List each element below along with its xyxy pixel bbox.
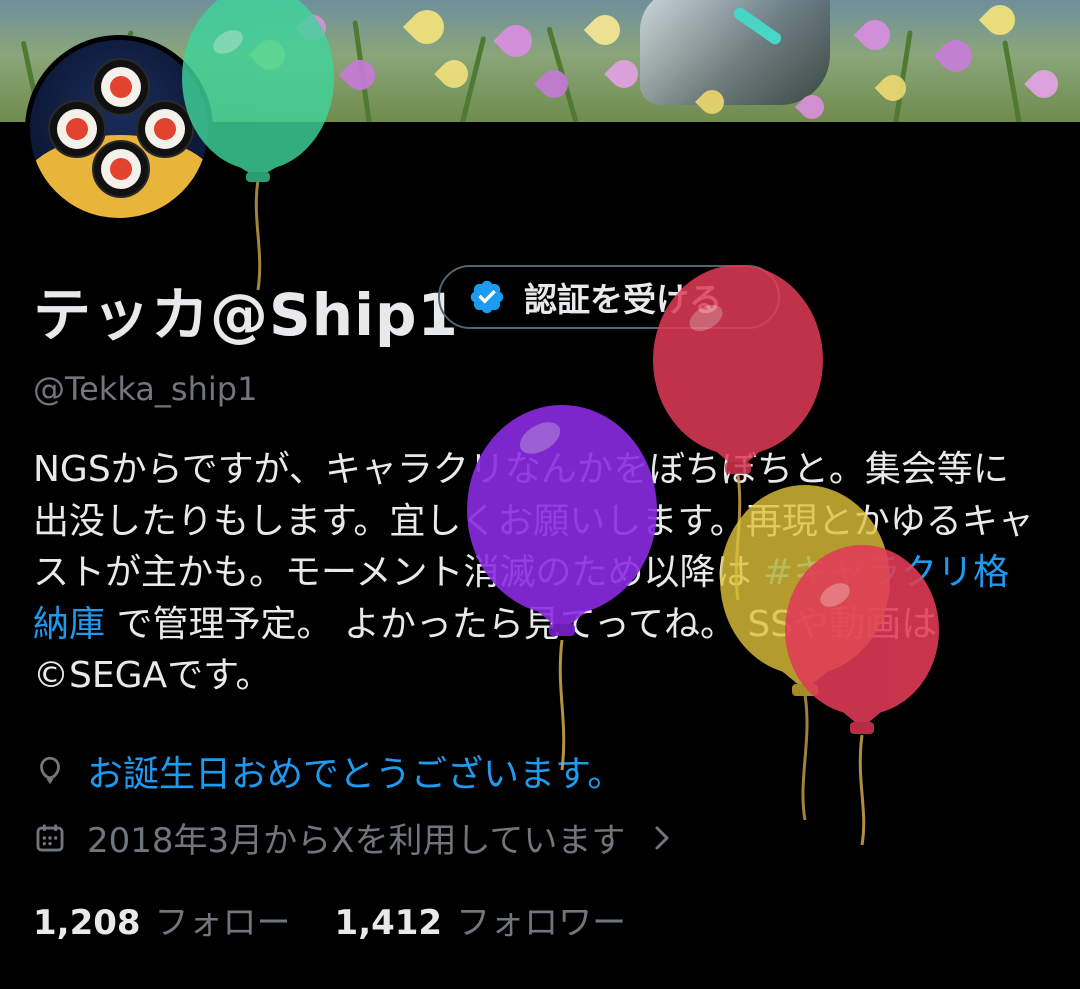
followers-count: 1,412: [334, 903, 443, 943]
balloon-icon: [40, 756, 60, 785]
joined-date-text: 2018年3月からXを利用しています: [87, 821, 626, 861]
calendar-icon: [36, 824, 64, 851]
profile-avatar[interactable]: [25, 35, 213, 223]
profile-display-name: テッカ@Ship1: [33, 281, 459, 349]
following-link[interactable]: 1,208 フォロー: [33, 895, 291, 944]
following-count: 1,208: [33, 903, 141, 943]
following-label: フォロー: [154, 903, 291, 943]
followers-label: フォロワー: [456, 903, 627, 943]
birthday-text: お誕生日おめでとうございます。: [87, 754, 624, 795]
profile-handle: @Tekka_ship1: [33, 370, 258, 408]
avatar-image: [30, 40, 208, 218]
chevron-right-icon: [655, 826, 669, 849]
verified-badge-icon: [470, 280, 504, 314]
follow-stats: 1,208 フォロー 1,412 フォロワー: [33, 895, 626, 944]
get-verified-label: 認証を受ける: [524, 280, 722, 319]
followers-link[interactable]: 1,412 フォロワー: [335, 895, 627, 944]
joined-date-row[interactable]: 2018年3月からXを利用しています: [33, 813, 673, 862]
bio-text-end: で管理予定。 よかったら見てってね。 SSや動画は©SEGAです。: [33, 603, 938, 697]
birthday-row[interactable]: お誕生日おめでとうございます。: [33, 745, 623, 797]
get-verified-button[interactable]: 認証を受ける: [438, 265, 780, 329]
profile-bio: NGSからですが、キャラクリなんかをぼちぼちと。集会等に出没したりもします。宜し…: [33, 444, 1043, 702]
